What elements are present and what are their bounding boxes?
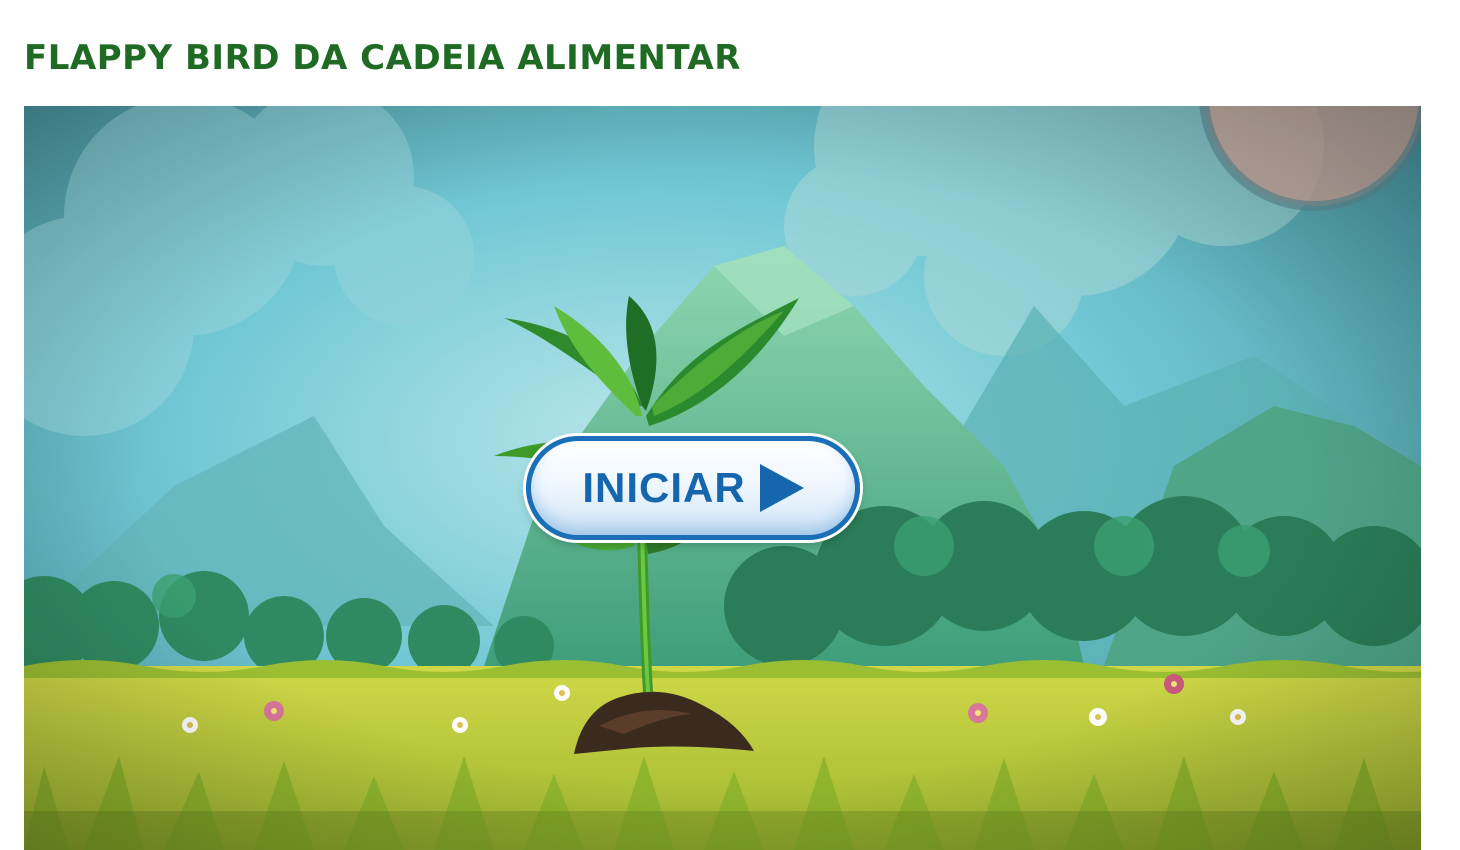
page-title: FLAPPY BIRD DA CADEIA ALIMENTAR — [24, 38, 741, 78]
game-canvas[interactable]: INICIAR — [24, 106, 1421, 850]
play-icon — [759, 464, 804, 512]
start-button[interactable]: INICIAR — [526, 436, 860, 540]
start-button-label: INICIAR — [582, 464, 746, 511]
